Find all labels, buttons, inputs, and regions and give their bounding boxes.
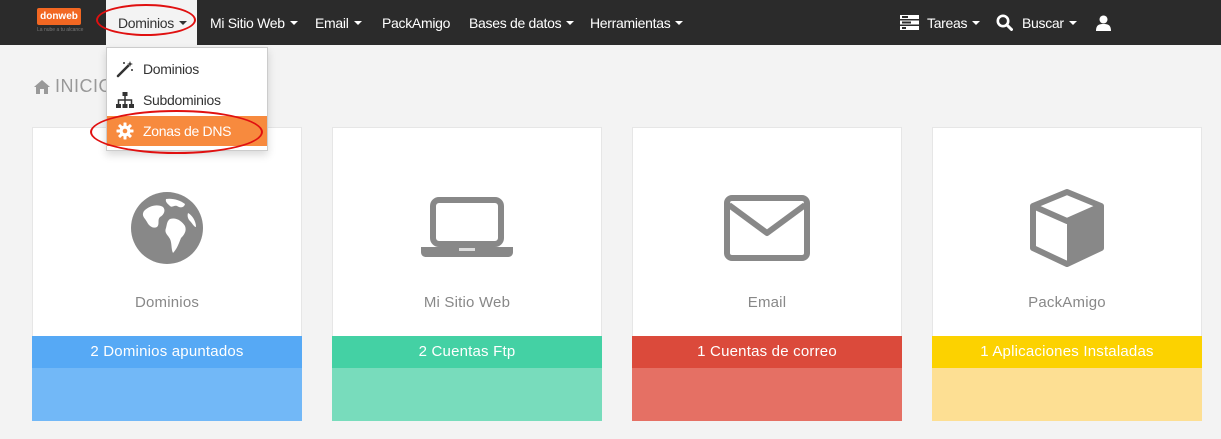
nav-packamigo[interactable]: PackAmigo	[382, 0, 450, 45]
nav-dominios-label: Dominios	[118, 14, 174, 31]
chevron-down-icon	[178, 20, 187, 25]
nav-bases-de-datos[interactable]: Bases de datos	[469, 0, 575, 45]
logo-tagline: La nube a tu alcance	[37, 27, 84, 33]
tasks-icon	[900, 15, 919, 30]
nav-tareas-label: Tareas	[927, 14, 968, 31]
breadcrumb-label: INICIO	[55, 76, 114, 96]
card-footer	[32, 368, 302, 421]
dominios-dropdown-menu: Dominios Subdominios Zonas de DNS	[106, 47, 268, 151]
card-status-bar[interactable]: 1 Cuentas de correo	[632, 336, 902, 368]
envelope-icon	[724, 195, 810, 261]
logo-mark: donweb	[37, 8, 81, 25]
search-icon	[996, 14, 1013, 31]
card-title: Dominios	[134, 294, 200, 311]
nav-buscar[interactable]: Buscar	[996, 0, 1077, 45]
nav-buscar-label: Buscar	[1022, 14, 1064, 31]
card-status-bar[interactable]: 2 Dominios apuntados	[32, 336, 302, 368]
laptop-icon	[421, 197, 513, 257]
cube-icon	[1030, 189, 1104, 267]
nav-mi-sitio-web-label: Mi Sitio Web	[210, 14, 285, 31]
chevron-down-icon	[1068, 20, 1077, 25]
card-footer	[332, 368, 602, 421]
gear-icon	[115, 121, 135, 141]
card-email[interactable]: Email 1 Cuentas de correo	[632, 127, 902, 421]
dropdown-item-zonas-de-dns[interactable]: Zonas de DNS	[107, 116, 267, 146]
nav-herramientas[interactable]: Herramientas	[590, 0, 684, 45]
dropdown-item-label: Zonas de DNS	[143, 123, 232, 139]
chevron-down-icon	[566, 20, 575, 25]
card-title: Mi Sitio Web	[423, 294, 511, 311]
card-icon-wrap	[333, 183, 601, 273]
nav-bases-de-datos-label: Bases de datos	[469, 14, 562, 31]
card-dominios[interactable]: Dominios 2 Dominios apuntados	[32, 127, 302, 421]
top-navbar: donweb La nube a tu alcance Dominios Mi …	[0, 0, 1221, 45]
magic-wand-icon	[115, 59, 135, 79]
chevron-down-icon	[675, 20, 684, 25]
sitemap-icon	[115, 90, 135, 110]
card-packamigo[interactable]: PackAmigo 1 Aplicaciones Instaladas	[932, 127, 1202, 421]
chevron-down-icon	[353, 20, 362, 25]
nav-tareas[interactable]: Tareas	[900, 0, 981, 45]
card-status-bar[interactable]: 1 Aplicaciones Instaladas	[932, 336, 1202, 368]
card-title: PackAmigo	[1028, 294, 1106, 311]
dropdown-item-label: Subdominios	[143, 92, 221, 108]
nav-user[interactable]	[1096, 0, 1111, 45]
card-status-bar[interactable]: 2 Cuentas Ftp	[332, 336, 602, 368]
nav-email-label: Email	[315, 14, 349, 31]
nav-herramientas-label: Herramientas	[590, 14, 671, 31]
nav-email[interactable]: Email	[315, 0, 362, 45]
chevron-down-icon	[972, 20, 981, 25]
donweb-logo[interactable]: donweb La nube a tu alcance	[37, 8, 84, 34]
nav-mi-sitio-web[interactable]: Mi Sitio Web	[210, 0, 298, 45]
card-footer	[632, 368, 902, 421]
card-mi-sitio-web[interactable]: Mi Sitio Web 2 Cuentas Ftp	[332, 127, 602, 421]
user-icon	[1096, 15, 1111, 31]
nav-packamigo-label: PackAmigo	[382, 14, 451, 31]
breadcrumb: INICIO	[33, 76, 113, 97]
chevron-down-icon	[289, 20, 298, 25]
card-icon-wrap	[633, 183, 901, 273]
home-icon	[34, 79, 50, 94]
dropdown-item-subdominios[interactable]: Subdominios	[107, 85, 267, 115]
nav-dominios[interactable]: Dominios	[106, 0, 197, 45]
card-icon-wrap	[33, 183, 301, 273]
dropdown-item-label: Dominios	[143, 61, 199, 77]
card-icon-wrap	[933, 183, 1201, 273]
globe-icon	[131, 192, 203, 264]
dropdown-item-dominios[interactable]: Dominios	[107, 54, 267, 84]
card-footer	[932, 368, 1202, 421]
card-title: Email	[747, 294, 787, 311]
